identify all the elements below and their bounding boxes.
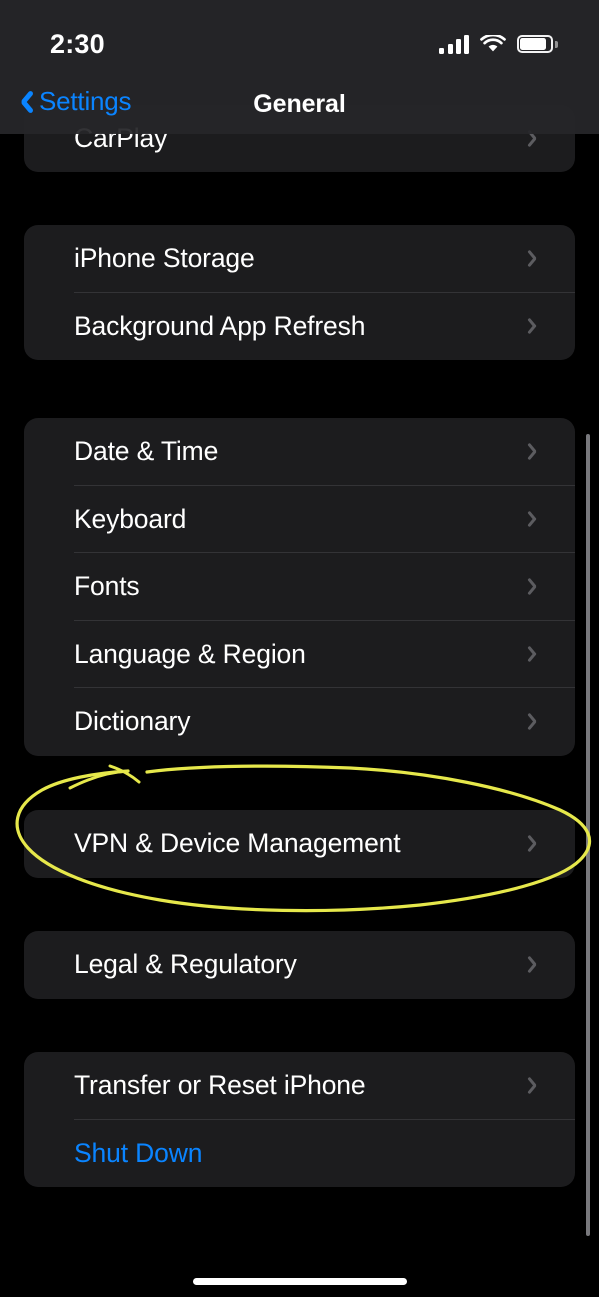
settings-row-label: Shut Down xyxy=(74,1137,203,1168)
home-indicator xyxy=(192,1278,407,1285)
settings-row-legal-and-regulatory[interactable]: Legal & Regulatory xyxy=(24,931,575,999)
status-bar: 2:30 xyxy=(0,0,599,78)
chevron-right-icon xyxy=(530,316,543,337)
settings-row-label: Legal & Regulatory xyxy=(74,949,297,980)
page-title: General xyxy=(253,90,346,118)
settings-row-label: Transfer or Reset iPhone xyxy=(74,1070,366,1101)
chevron-right-icon xyxy=(530,509,543,530)
status-bar-indicators xyxy=(439,34,558,54)
settings-row-vpn-device-management[interactable]: VPN & Device Management xyxy=(24,810,575,878)
settings-row-label: Fonts xyxy=(74,571,140,602)
settings-row-shut-down[interactable]: Shut Down xyxy=(24,1120,575,1188)
chevron-right-icon xyxy=(530,711,543,732)
wifi-icon xyxy=(480,34,506,54)
chevron-right-icon xyxy=(530,248,543,269)
settings-row-dictionary[interactable]: Dictionary xyxy=(24,688,575,756)
battery-icon xyxy=(517,35,558,53)
settings-row-label: Keyboard xyxy=(74,503,187,534)
settings-row-date-and-time[interactable]: Date & Time xyxy=(24,418,575,486)
settings-row-label: Date & Time xyxy=(74,436,219,467)
settings-row-label: VPN & Device Management xyxy=(74,828,401,859)
settings-group-locale: Date & Time Keyboard Fonts Language & Re… xyxy=(24,418,575,756)
settings-row-language-and-region[interactable]: Language & Region xyxy=(24,621,575,688)
settings-group-storage: iPhone Storage Background App Refresh xyxy=(24,225,575,360)
chevron-right-icon xyxy=(530,644,543,665)
chevron-right-icon xyxy=(530,441,543,462)
settings-group-legal: Legal & Regulatory xyxy=(24,931,575,999)
settings-row-iphone-storage[interactable]: iPhone Storage xyxy=(24,225,575,293)
settings-row-label: iPhone Storage xyxy=(74,243,255,274)
settings-row-label: Dictionary xyxy=(74,706,191,737)
settings-row-fonts[interactable]: Fonts xyxy=(24,553,575,621)
chevron-right-icon xyxy=(530,1075,543,1096)
chevron-right-icon xyxy=(530,954,543,975)
settings-row-keyboard[interactable]: Keyboard xyxy=(24,486,575,553)
settings-group-reset: Transfer or Reset iPhone Shut Down xyxy=(24,1052,575,1187)
settings-row-transfer-or-reset-iphone[interactable]: Transfer or Reset iPhone xyxy=(24,1052,575,1120)
vertical-scrollbar[interactable] xyxy=(586,434,590,1236)
cellular-signal-icon xyxy=(439,34,469,54)
settings-row-label: Language & Region xyxy=(74,638,306,669)
settings-row-background-app-refresh[interactable]: Background App Refresh xyxy=(24,293,575,361)
status-bar-time: 2:30 xyxy=(50,28,105,59)
chevron-right-icon xyxy=(530,833,543,854)
settings-group-vpn: VPN & Device Management xyxy=(24,810,575,878)
chevron-right-icon xyxy=(530,576,543,597)
settings-row-label: Background App Refresh xyxy=(74,310,366,341)
iphone-settings-general-screen: CarPlay iPhone Storage Background App Re… xyxy=(0,0,599,1297)
settings-scroll-content[interactable]: CarPlay iPhone Storage Background App Re… xyxy=(0,0,599,1297)
